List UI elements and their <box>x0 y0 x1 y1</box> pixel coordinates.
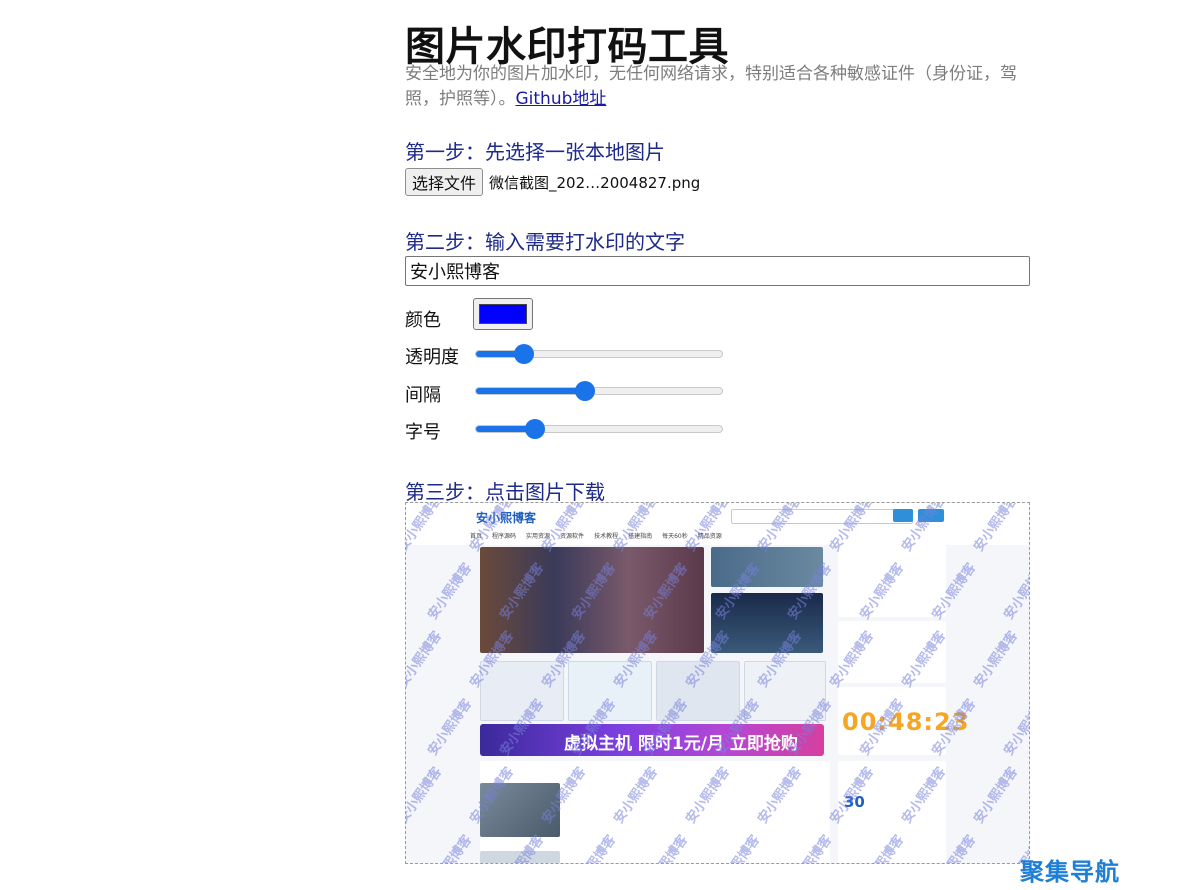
spacing-label: 间隔 <box>405 385 441 406</box>
opacity-slider-track <box>475 350 723 358</box>
subtitle-text: 安全地为你的图片加水印，无任何网络请求，特别适合各种敏感证件（身份证，驾照，护照… <box>405 64 1017 109</box>
step1-title: 第一步：先选择一张本地图片 <box>405 140 665 164</box>
spacing-slider-fill <box>476 388 587 394</box>
file-picker: 选择文件 微信截图_202…2004827.png <box>405 168 700 196</box>
step2-title: 第二步：输入需要打水印的文字 <box>405 230 685 254</box>
color-picker[interactable] <box>473 298 533 330</box>
selected-file-name: 微信截图_202…2004827.png <box>489 173 701 192</box>
opacity-slider[interactable] <box>475 344 725 364</box>
watermark-text-input[interactable] <box>405 256 1030 286</box>
step3-title: 第三步：点击图片下载 <box>405 480 605 504</box>
watermark-text: 安小熙博客 <box>425 832 475 864</box>
opacity-slider-thumb[interactable] <box>513 344 534 364</box>
fontsize-label: 字号 <box>405 422 441 443</box>
watermark-text: 安小熙博客 <box>405 764 445 827</box>
watermark-text: 安小熙博客 <box>971 764 1021 827</box>
preview-search-icon <box>893 509 913 522</box>
fontsize-slider-track <box>475 425 723 433</box>
watermark-text: 安小熙博客 <box>425 560 475 623</box>
preview-search-box <box>731 509 913 524</box>
page-subtitle: 安全地为你的图片加水印，无任何网络请求，特别适合各种敏感证件（身份证，驾照，护照… <box>405 62 1025 112</box>
spacing-slider-thumb[interactable] <box>575 381 596 401</box>
watermark-text: 安小熙博客 <box>971 628 1021 691</box>
color-label: 颜色 <box>405 310 441 331</box>
brand-watermark: 聚集导航 <box>1020 858 1120 886</box>
fontsize-slider[interactable] <box>475 419 725 439</box>
watermark-text: 安小熙博客 <box>405 628 445 691</box>
watermark-text: 安小熙博客 <box>1001 696 1030 759</box>
watermark-text: 安小熙博客 <box>1001 560 1030 623</box>
color-swatch <box>479 304 527 324</box>
opacity-label: 透明度 <box>405 347 459 368</box>
choose-file-button[interactable]: 选择文件 <box>405 168 484 196</box>
github-link[interactable]: Github地址 <box>516 89 607 109</box>
spacing-slider[interactable] <box>475 381 725 401</box>
preview-nav-item: 程序源码 <box>492 533 517 540</box>
spacing-slider-track <box>475 387 723 395</box>
fontsize-slider-thumb[interactable] <box>525 419 546 439</box>
watermark-text: 安小熙博客 <box>425 696 475 759</box>
watermarked-image-preview[interactable]: 安小熙博客 首页 程序源码 实用资源 资源软件 技术教程 搭建指南 每天60秒 精品资源 虚拟… <box>405 502 1030 864</box>
